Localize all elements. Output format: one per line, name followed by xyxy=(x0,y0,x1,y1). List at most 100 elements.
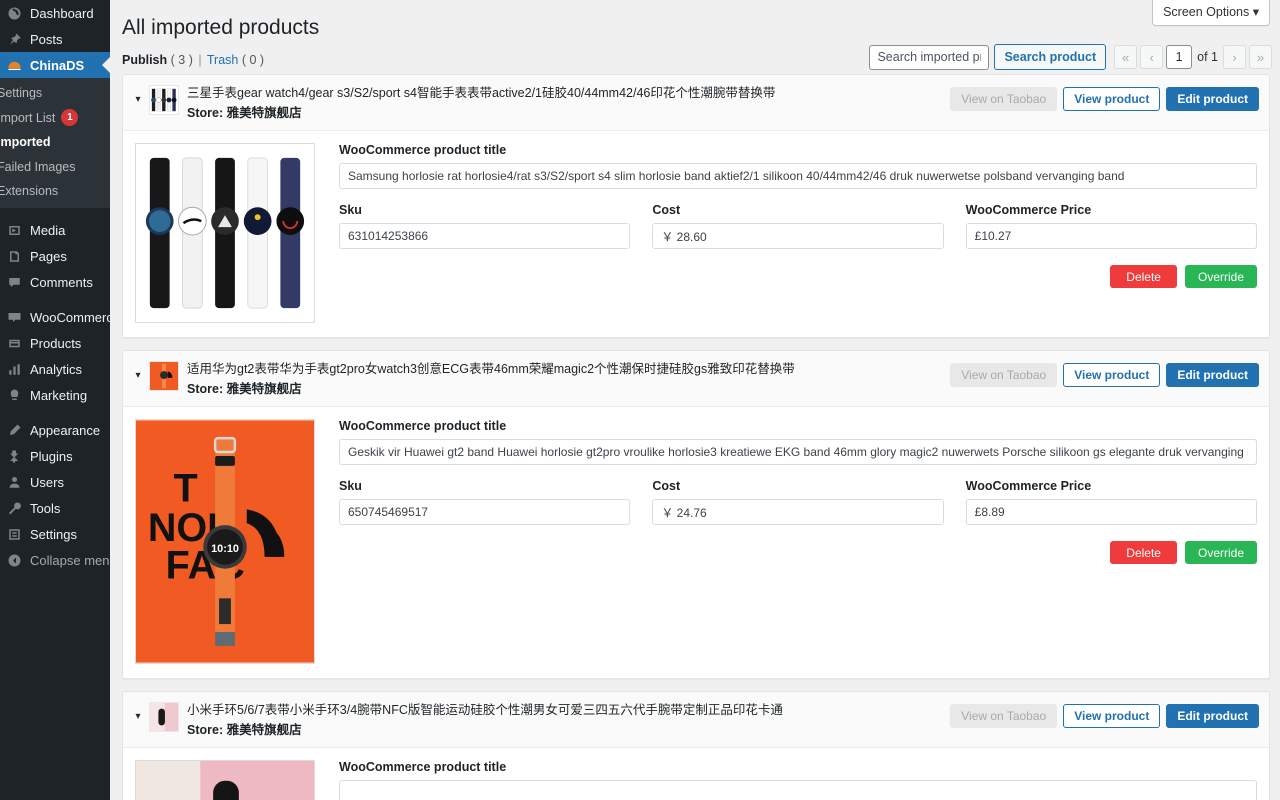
sidebar-item-users[interactable]: Users xyxy=(0,469,110,495)
sku-input[interactable] xyxy=(339,223,630,249)
first-page-button[interactable]: « xyxy=(1114,45,1137,69)
sidebar-item-pages[interactable]: Pages xyxy=(0,243,110,269)
product-fields-row: Sku Cost WooCommerce Price xyxy=(339,479,1257,525)
page-icon xyxy=(6,248,23,265)
product-card: ▾ 小米手环5/6/7表带小米手环3/4腕带NFC版智能运动硅胶个性潮男女可爱三… xyxy=(122,691,1270,800)
sidebar-item-label: WooCommerce xyxy=(30,311,110,324)
last-page-button[interactable]: » xyxy=(1249,45,1272,69)
delete-button[interactable]: Delete xyxy=(1110,541,1177,564)
collapse-menu-button[interactable]: Collapse menu xyxy=(0,547,110,573)
total-pages-label: of 1 xyxy=(1195,50,1220,64)
override-button[interactable]: Override xyxy=(1185,541,1257,564)
product-thumbnail xyxy=(149,85,179,115)
product-form-column: WooCommerce product title Sku Cost WooCo… xyxy=(317,419,1257,664)
collapse-menu-label: Collapse menu xyxy=(30,554,110,567)
dashboard-icon xyxy=(6,5,23,22)
price-input[interactable] xyxy=(966,223,1257,249)
view-on-taobao-button[interactable]: View on Taobao xyxy=(950,363,1057,387)
cost-label: Cost xyxy=(652,203,943,218)
sidebar-item-woocommerce[interactable]: WooCommerce xyxy=(0,304,110,330)
product-header-actions: View on Taobao View product Edit product xyxy=(950,85,1259,111)
product-card: ▾ 适用华为gt2表带华为手表gt2pro女watch3创意ECG表带46mm荣… xyxy=(122,350,1270,679)
view-product-button[interactable]: View product xyxy=(1063,704,1160,728)
sku-field-group: Sku xyxy=(339,479,630,525)
sidebar-subitem-label: Imported xyxy=(0,134,50,150)
pagination: « ‹ of 1 › » xyxy=(1114,45,1272,69)
cost-input[interactable] xyxy=(652,223,943,249)
sidebar-subitem-imported[interactable]: Imported xyxy=(0,130,110,154)
search-input[interactable] xyxy=(869,45,989,70)
sidebar-item-chinads[interactable]: ChinaDS xyxy=(0,52,110,78)
marketing-icon xyxy=(6,387,23,404)
sidebar-subitem-label: Extensions xyxy=(0,183,58,199)
prev-page-button[interactable]: ‹ xyxy=(1140,45,1163,69)
delete-button[interactable]: Delete xyxy=(1110,265,1177,288)
product-original-title: 三星手表gear watch4/gear s3/S2/sport s4智能手表表… xyxy=(187,85,940,102)
store-name: 雅美特旗舰店 xyxy=(227,382,302,396)
admin-sidebar: Dashboard Posts ChinaDS Settings Import … xyxy=(0,0,110,800)
product-image-miband xyxy=(135,760,315,800)
woo-title-input[interactable] xyxy=(339,439,1257,465)
sidebar-item-tools[interactable]: Tools xyxy=(0,495,110,521)
view-product-button[interactable]: View product xyxy=(1063,87,1160,111)
edit-product-button[interactable]: Edit product xyxy=(1166,704,1259,728)
table-navigation: Search product « ‹ of 1 › » xyxy=(869,44,1272,70)
view-on-taobao-button[interactable]: View on Taobao xyxy=(950,704,1057,728)
sidebar-subitem-extensions[interactable]: Extensions xyxy=(0,179,110,203)
filter-trash-count: ( 0 ) xyxy=(242,53,264,67)
sidebar-subitem-import-list[interactable]: Import List 1 xyxy=(0,105,110,130)
woo-title-input[interactable] xyxy=(339,780,1257,800)
sidebar-item-plugins[interactable]: Plugins xyxy=(0,443,110,469)
collapse-toggle-icon[interactable]: ▾ xyxy=(131,94,145,105)
sidebar-item-label: Media xyxy=(30,224,65,237)
cost-label: Cost xyxy=(652,479,943,494)
search-product-button[interactable]: Search product xyxy=(994,44,1106,70)
product-card-header: ▾ 三星手表gear watch4/gear s3/S2/sport s4智能手… xyxy=(123,75,1269,131)
product-header-actions: View on Taobao View product Edit product xyxy=(950,361,1259,387)
sidebar-item-analytics[interactable]: Analytics xyxy=(0,356,110,382)
filter-trash[interactable]: Trash xyxy=(207,53,239,67)
edit-product-button[interactable]: Edit product xyxy=(1166,87,1259,111)
product-form-column: WooCommerce product title Sku Cost WooCo… xyxy=(317,143,1257,323)
product-card-body: WooCommerce product title Sku Cost WooCo… xyxy=(123,131,1269,337)
collapse-toggle-icon[interactable]: ▾ xyxy=(131,370,145,381)
screen-options-button[interactable]: Screen Options ▾ xyxy=(1152,0,1270,26)
sidebar-item-dashboard[interactable]: Dashboard xyxy=(0,0,110,26)
sidebar-subitem-settings[interactable]: Settings xyxy=(0,81,110,105)
store-prefix-label: Store: xyxy=(187,382,227,396)
product-store: Store: 雅美特旗舰店 xyxy=(187,722,940,738)
cost-input[interactable] xyxy=(652,499,943,525)
sidebar-item-posts[interactable]: Posts xyxy=(0,26,110,52)
sidebar-divider-3 xyxy=(0,408,110,417)
next-page-button[interactable]: › xyxy=(1223,45,1246,69)
view-product-button[interactable]: View product xyxy=(1063,363,1160,387)
sidebar-subitem-failed-images[interactable]: Failed Images xyxy=(0,155,110,179)
filter-publish[interactable]: Publish xyxy=(122,53,167,67)
product-card: ▾ 三星手表gear watch4/gear s3/S2/sport s4智能手… xyxy=(122,74,1270,338)
sku-label: Sku xyxy=(339,479,630,494)
sidebar-item-appearance[interactable]: Appearance xyxy=(0,417,110,443)
sidebar-item-settings[interactable]: Settings xyxy=(0,521,110,547)
current-page-input[interactable] xyxy=(1166,45,1192,69)
svg-text:T: T xyxy=(174,467,198,511)
filter-divider: | xyxy=(198,53,201,67)
sidebar-divider-1 xyxy=(0,208,110,217)
sku-input[interactable] xyxy=(339,499,630,525)
sidebar-item-marketing[interactable]: Marketing xyxy=(0,382,110,408)
woo-title-input[interactable] xyxy=(339,163,1257,189)
edit-product-button[interactable]: Edit product xyxy=(1166,363,1259,387)
sidebar-item-media[interactable]: Media xyxy=(0,217,110,243)
filter-publish-count: ( 3 ) xyxy=(171,53,193,67)
sidebar-item-label: Marketing xyxy=(30,389,87,402)
sku-field-group: Sku xyxy=(339,203,630,249)
sidebar-subitem-label: Import List xyxy=(0,110,55,126)
miband-thumb-icon xyxy=(150,703,178,731)
view-on-taobao-button[interactable]: View on Taobao xyxy=(950,87,1057,111)
sidebar-item-comments[interactable]: Comments xyxy=(0,269,110,295)
product-card-header: ▾ 小米手环5/6/7表带小米手环3/4腕带NFC版智能运动硅胶个性潮男女可爱三… xyxy=(123,692,1269,748)
store-name: 雅美特旗舰店 xyxy=(227,723,302,737)
price-input[interactable] xyxy=(966,499,1257,525)
collapse-toggle-icon[interactable]: ▾ xyxy=(131,711,145,722)
sidebar-item-products[interactable]: Products xyxy=(0,330,110,356)
override-button[interactable]: Override xyxy=(1185,265,1257,288)
